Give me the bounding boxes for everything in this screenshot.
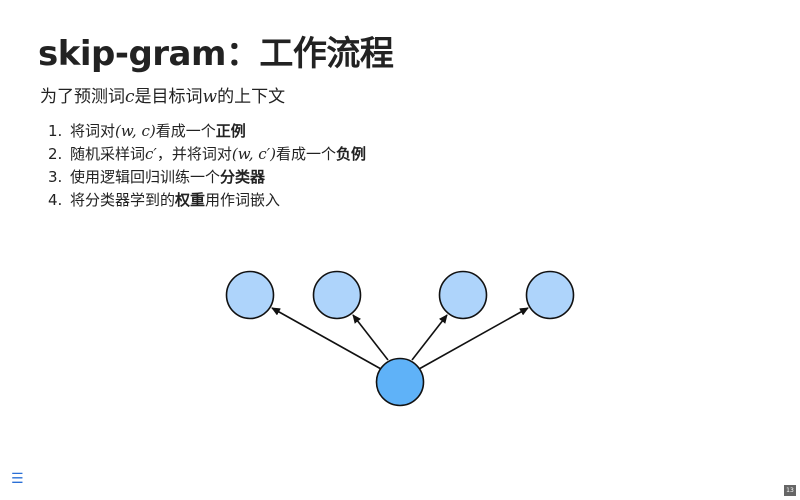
edge-arrow bbox=[271, 307, 382, 370]
page-number: 13 bbox=[784, 485, 796, 496]
menu-icon[interactable]: ☰ bbox=[11, 472, 24, 486]
edge-arrow bbox=[418, 307, 529, 370]
edge-arrow bbox=[352, 314, 389, 361]
context-word-node bbox=[438, 270, 488, 320]
context-word-node bbox=[225, 270, 275, 320]
context-word-node bbox=[525, 270, 575, 320]
context-word-node bbox=[312, 270, 362, 320]
center-word-node bbox=[375, 357, 425, 407]
edge-arrow bbox=[411, 314, 448, 361]
skip-gram-diagram bbox=[225, 270, 575, 407]
